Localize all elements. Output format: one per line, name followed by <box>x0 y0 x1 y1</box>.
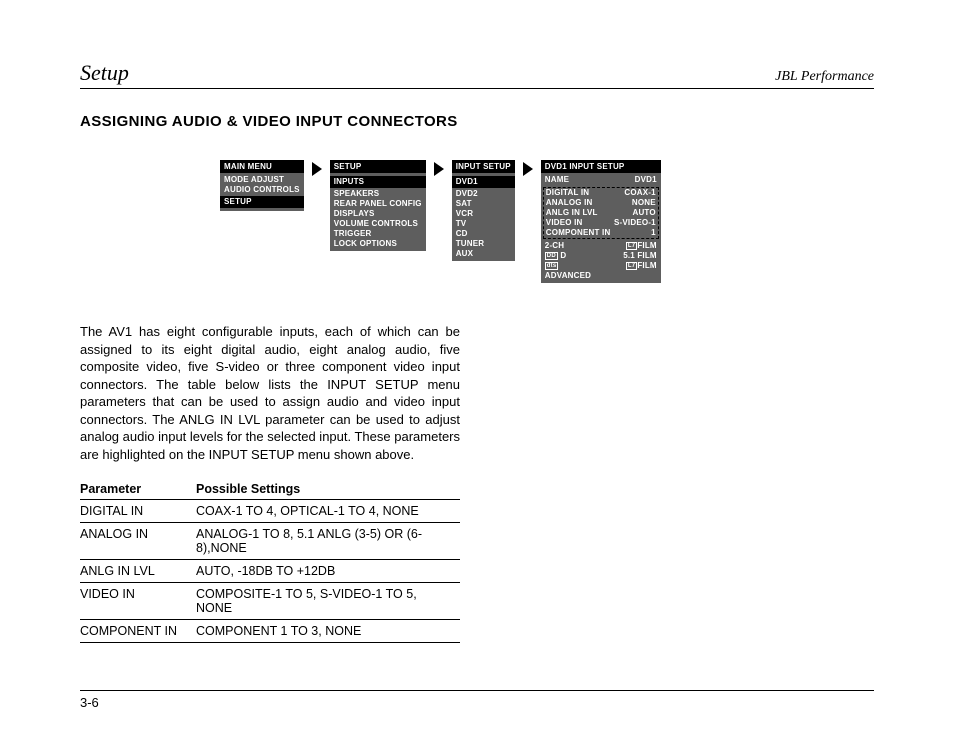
param-value: AUTO, -18DB TO +12DB <box>196 560 460 583</box>
menu-title: INPUT SETUP <box>452 160 515 173</box>
param-name: ANLG IN LVL <box>80 560 196 583</box>
page-header: Setup JBL Performance <box>80 60 874 89</box>
row-label: ANLG IN LVL <box>546 208 598 218</box>
table-row: VIDEO INCOMPOSITE-1 TO 5, S-VIDEO-1 TO 5… <box>80 583 460 620</box>
row-value: NONE <box>632 198 656 208</box>
row-value: S-VIDEO-1 <box>614 218 656 228</box>
table-head: Possible Settings <box>196 479 460 500</box>
menu-title: DVD1 INPUT SETUP <box>541 160 661 173</box>
row-label: COMPONENT IN <box>546 228 611 238</box>
menu-breadcrumb: MAIN MENU MODE ADJUST AUDIO CONTROLS SET… <box>220 160 874 283</box>
menu-item: MODE ADJUST <box>224 175 284 184</box>
menu-item-highlight: SETUP <box>220 196 304 208</box>
param-value: COMPOSITE-1 TO 5, S-VIDEO-1 TO 5, NONE <box>196 583 460 620</box>
menu-title: SETUP <box>330 160 426 173</box>
arrow-icon <box>312 162 322 176</box>
menu-row: ANALOG IN NONE <box>546 198 656 208</box>
menu-item: AUX <box>456 249 474 258</box>
menu-title: MAIN MENU <box>220 160 304 173</box>
row-value: COAX-1 <box>624 188 655 198</box>
row-value: DVD1 <box>635 175 657 185</box>
menu-item: VOLUME CONTROLS <box>334 219 418 228</box>
menu-body: DVD1 DVD2 SAT VCR TV CD TUNER AUX <box>452 173 515 261</box>
menu-item: VCR <box>456 209 474 218</box>
menu-body: INPUTS SPEAKERS REAR PANEL CONFIG DISPLA… <box>330 173 426 251</box>
row-value: 1 <box>651 228 656 238</box>
row-label: DD D <box>545 251 567 261</box>
logic7-icon: L7 <box>626 262 637 270</box>
menu-item: DISPLAYS <box>334 209 375 218</box>
menu-row: DIGITAL IN COAX-1 <box>546 188 656 198</box>
row-label: NAME <box>545 175 569 185</box>
menu-item: DVD2 <box>456 189 478 198</box>
body-paragraph: The AV1 has eight configurable inputs, e… <box>80 323 460 463</box>
row-value: AUTO <box>632 208 655 218</box>
section-title: ASSIGNING AUDIO & VIDEO INPUT CONNECTORS <box>80 113 874 130</box>
row-value: L7FILM <box>626 241 657 251</box>
highlighted-params-box: DIGITAL IN COAX-1 ANALOG IN NONE ANLG IN L… <box>543 187 659 239</box>
table-row: ANLG IN LVLAUTO, -18DB TO +12DB <box>80 560 460 583</box>
table-head-row: Parameter Possible Settings <box>80 479 460 500</box>
header-left: Setup <box>80 60 129 86</box>
menu-dvd1-input-setup: DVD1 INPUT SETUP NAME DVD1 DIGITAL IN COAX… <box>541 160 661 283</box>
arrow-icon <box>434 162 444 176</box>
table-row: DIGITAL INCOAX-1 TO 4, OPTICAL-1 TO 4, N… <box>80 500 460 523</box>
menu-row: ANLG IN LVL AUTO <box>546 208 656 218</box>
menu-row: DD D 5.1 FILM <box>545 251 657 261</box>
row-label: 2-CH <box>545 241 564 251</box>
parameters-table: Parameter Possible Settings DIGITAL INCO… <box>80 479 460 643</box>
menu-main: MAIN MENU MODE ADJUST AUDIO CONTROLS SET… <box>220 160 304 211</box>
menu-item-highlight: INPUTS <box>330 176 426 188</box>
param-name: COMPONENT IN <box>80 620 196 643</box>
menu-item: TV <box>456 219 467 228</box>
menu-row: dts L7FILM <box>545 261 657 271</box>
menu-item: SPEAKERS <box>334 189 380 198</box>
table-row: ANALOG INANALOG-1 TO 8, 5.1 ANLG (3-5) O… <box>80 523 460 560</box>
menu-item: REAR PANEL CONFIG <box>334 199 422 208</box>
page: Setup JBL Performance ASSIGNING AUDIO & … <box>0 0 954 738</box>
param-value: COAX-1 TO 4, OPTICAL-1 TO 4, NONE <box>196 500 460 523</box>
menu-body: NAME DVD1 DIGITAL IN COAX-1 ANALOG IN NONE … <box>541 173 661 283</box>
menu-item: TUNER <box>456 239 485 248</box>
dts-icon: dts <box>545 262 559 270</box>
dolby-icon: DD <box>545 252 558 260</box>
menu-setup: SETUP INPUTS SPEAKERS REAR PANEL CONFIG … <box>330 160 426 251</box>
row-label: ANALOG IN <box>546 198 593 208</box>
page-number: 3-6 <box>80 690 874 710</box>
param-name: ANALOG IN <box>80 523 196 560</box>
menu-row: NAME DVD1 <box>545 175 657 185</box>
param-name: VIDEO IN <box>80 583 196 620</box>
row-label: VIDEO IN <box>546 218 583 228</box>
menu-row: 2-CH L7FILM <box>545 241 657 251</box>
row-value: L7FILM <box>626 261 657 271</box>
param-value: ANALOG-1 TO 8, 5.1 ANLG (3-5) OR (6-8),N… <box>196 523 460 560</box>
logic7-icon: L7 <box>626 242 637 250</box>
menu-item: TRIGGER <box>334 229 372 238</box>
header-right: JBL Performance <box>775 69 874 85</box>
menu-input-setup: INPUT SETUP DVD1 DVD2 SAT VCR TV CD TUNE… <box>452 160 515 261</box>
menu-row: VIDEO IN S-VIDEO-1 <box>546 218 656 228</box>
table-head: Parameter <box>80 479 196 500</box>
table-row: COMPONENT INCOMPONENT 1 TO 3, NONE <box>80 620 460 643</box>
menu-item-highlight: DVD1 <box>452 176 515 188</box>
menu-item: CD <box>456 229 468 238</box>
param-name: DIGITAL IN <box>80 500 196 523</box>
arrow-icon <box>523 162 533 176</box>
menu-item: ADVANCED <box>545 271 657 281</box>
param-value: COMPONENT 1 TO 3, NONE <box>196 620 460 643</box>
row-label: DIGITAL IN <box>546 188 589 198</box>
menu-item: SAT <box>456 199 472 208</box>
row-value: 5.1 FILM <box>623 251 657 261</box>
menu-item: LOCK OPTIONS <box>334 239 397 248</box>
menu-item: AUDIO CONTROLS <box>224 185 300 194</box>
menu-row: COMPONENT IN 1 <box>546 228 656 238</box>
row-label: dts <box>545 261 559 271</box>
menu-body: MODE ADJUST AUDIO CONTROLS SETUP <box>220 173 304 211</box>
